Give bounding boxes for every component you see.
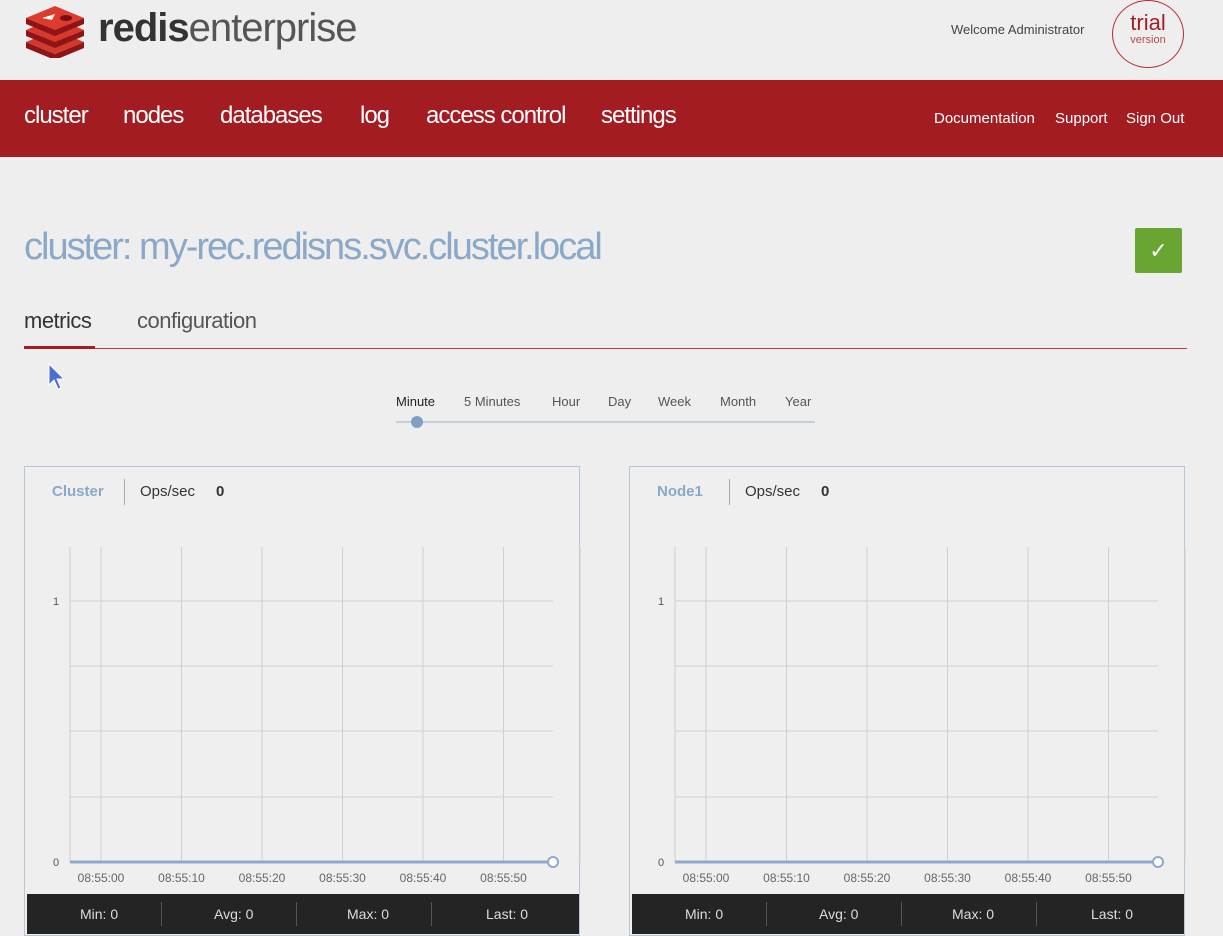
support-link[interactable]: Support bbox=[1055, 110, 1108, 127]
tab-active-indicator bbox=[24, 346, 95, 349]
stat-separator bbox=[901, 902, 902, 926]
range-hour[interactable]: Hour bbox=[552, 394, 580, 409]
stat-separator bbox=[161, 902, 162, 926]
x-tick-label: 08:55:10 bbox=[158, 871, 205, 885]
y-tick-label: 0 bbox=[658, 857, 664, 869]
nav-access-control[interactable]: access control bbox=[426, 102, 566, 130]
stat-min: Min: 0 bbox=[80, 906, 119, 922]
nav-settings[interactable]: settings bbox=[601, 102, 677, 130]
nav-nodes[interactable]: nodes bbox=[123, 102, 184, 130]
stat-min: Min: 0 bbox=[685, 906, 724, 922]
chart-stats-bar: Min: 0 Avg: 0 Max: 0 Last: 0 bbox=[632, 894, 1184, 934]
cluster-chart-panel: Cluster Ops/sec 0 0 1 08:55:00 08:55:10 08:5… bbox=[24, 466, 581, 936]
tab-divider bbox=[24, 348, 1187, 349]
range-minute[interactable]: Minute bbox=[396, 394, 435, 409]
documentation-link[interactable]: Documentation bbox=[934, 110, 1035, 127]
x-tick-label: 08:55:30 bbox=[924, 871, 971, 885]
range-day[interactable]: Day bbox=[608, 394, 631, 409]
mouse-cursor-icon bbox=[48, 363, 66, 390]
y-tick-label: 0 bbox=[53, 857, 59, 869]
y-tick-label: 1 bbox=[53, 596, 59, 608]
welcome-text: Welcome Administrator bbox=[951, 22, 1085, 37]
brand-bold: redis bbox=[98, 6, 190, 50]
main-nav: cluster nodes databases log access contr… bbox=[0, 80, 1223, 157]
x-tick-label: 08:55:40 bbox=[400, 871, 447, 885]
trial-label: trial bbox=[1130, 10, 1166, 35]
x-tick-label: 08:55:20 bbox=[844, 871, 891, 885]
redis-logo-icon[interactable] bbox=[24, 6, 86, 58]
status-ok-badge: ✓ bbox=[1135, 228, 1182, 273]
x-tick-label: 08:55:50 bbox=[1085, 871, 1132, 885]
x-tick-label: 08:55:50 bbox=[480, 871, 527, 885]
y-tick-label: 1 bbox=[658, 596, 664, 608]
x-tick-label: 08:55:00 bbox=[683, 871, 730, 885]
brand-light: enterprise bbox=[188, 6, 358, 50]
stat-separator bbox=[766, 902, 767, 926]
last-point-marker bbox=[1152, 856, 1164, 868]
x-tick-label: 08:55:10 bbox=[763, 871, 810, 885]
stat-separator bbox=[431, 902, 432, 926]
stat-max: Max: 0 bbox=[347, 906, 390, 922]
x-tick-label: 08:55:30 bbox=[319, 871, 366, 885]
stat-max: Max: 0 bbox=[952, 906, 995, 922]
sign-out-link[interactable]: Sign Out bbox=[1126, 110, 1184, 127]
trial-badge: trial version bbox=[1112, 0, 1184, 68]
nav-log[interactable]: log bbox=[360, 102, 390, 130]
stat-avg: Avg: 0 bbox=[214, 906, 254, 922]
chart-stats-bar: Min: 0 Avg: 0 Max: 0 Last: 0 bbox=[27, 894, 579, 934]
range-week[interactable]: Week bbox=[658, 394, 691, 409]
range-month[interactable]: Month bbox=[720, 394, 756, 409]
x-tick-label: 08:55:20 bbox=[239, 871, 286, 885]
stat-last: Last: 0 bbox=[1091, 906, 1134, 922]
nav-cluster[interactable]: cluster bbox=[24, 102, 89, 130]
page-title: cluster: my-rec.redisns.svc.cluster.loca… bbox=[24, 226, 603, 268]
node1-line-chart[interactable]: 0 1 08:55:00 08:55:10 08:55:20 08:55:30 08:55:… bbox=[630, 467, 1186, 892]
brand-name[interactable]: redisenterprise bbox=[98, 6, 358, 50]
check-icon: ✓ bbox=[1149, 238, 1168, 263]
top-header: redisenterprise Welcome Administrator tr… bbox=[0, 0, 1223, 80]
x-tick-label: 08:55:40 bbox=[1005, 871, 1052, 885]
trial-sub-label: version bbox=[1130, 34, 1166, 46]
stat-last: Last: 0 bbox=[486, 906, 529, 922]
range-slider-thumb[interactable] bbox=[411, 416, 423, 428]
range-slider-track[interactable] bbox=[396, 421, 815, 423]
node1-chart-panel: Node1 Ops/sec 0 0 1 08:55:00 08:55:10 08:55:… bbox=[629, 466, 1186, 936]
nav-databases[interactable]: databases bbox=[220, 102, 323, 130]
stat-separator bbox=[296, 902, 297, 926]
range-year[interactable]: Year bbox=[785, 394, 811, 409]
stat-avg: Avg: 0 bbox=[819, 906, 859, 922]
last-point-marker bbox=[547, 856, 559, 868]
stat-separator bbox=[1036, 902, 1037, 926]
tab-metrics[interactable]: metrics bbox=[24, 308, 92, 334]
cluster-line-chart[interactable]: 0 1 08:55:00 08:55:10 08:55:20 08:55:30 08:55:… bbox=[25, 467, 581, 892]
tab-configuration[interactable]: configuration bbox=[137, 308, 257, 334]
range-5-minutes[interactable]: 5 Minutes bbox=[464, 394, 520, 409]
x-tick-label: 08:55:00 bbox=[78, 871, 125, 885]
